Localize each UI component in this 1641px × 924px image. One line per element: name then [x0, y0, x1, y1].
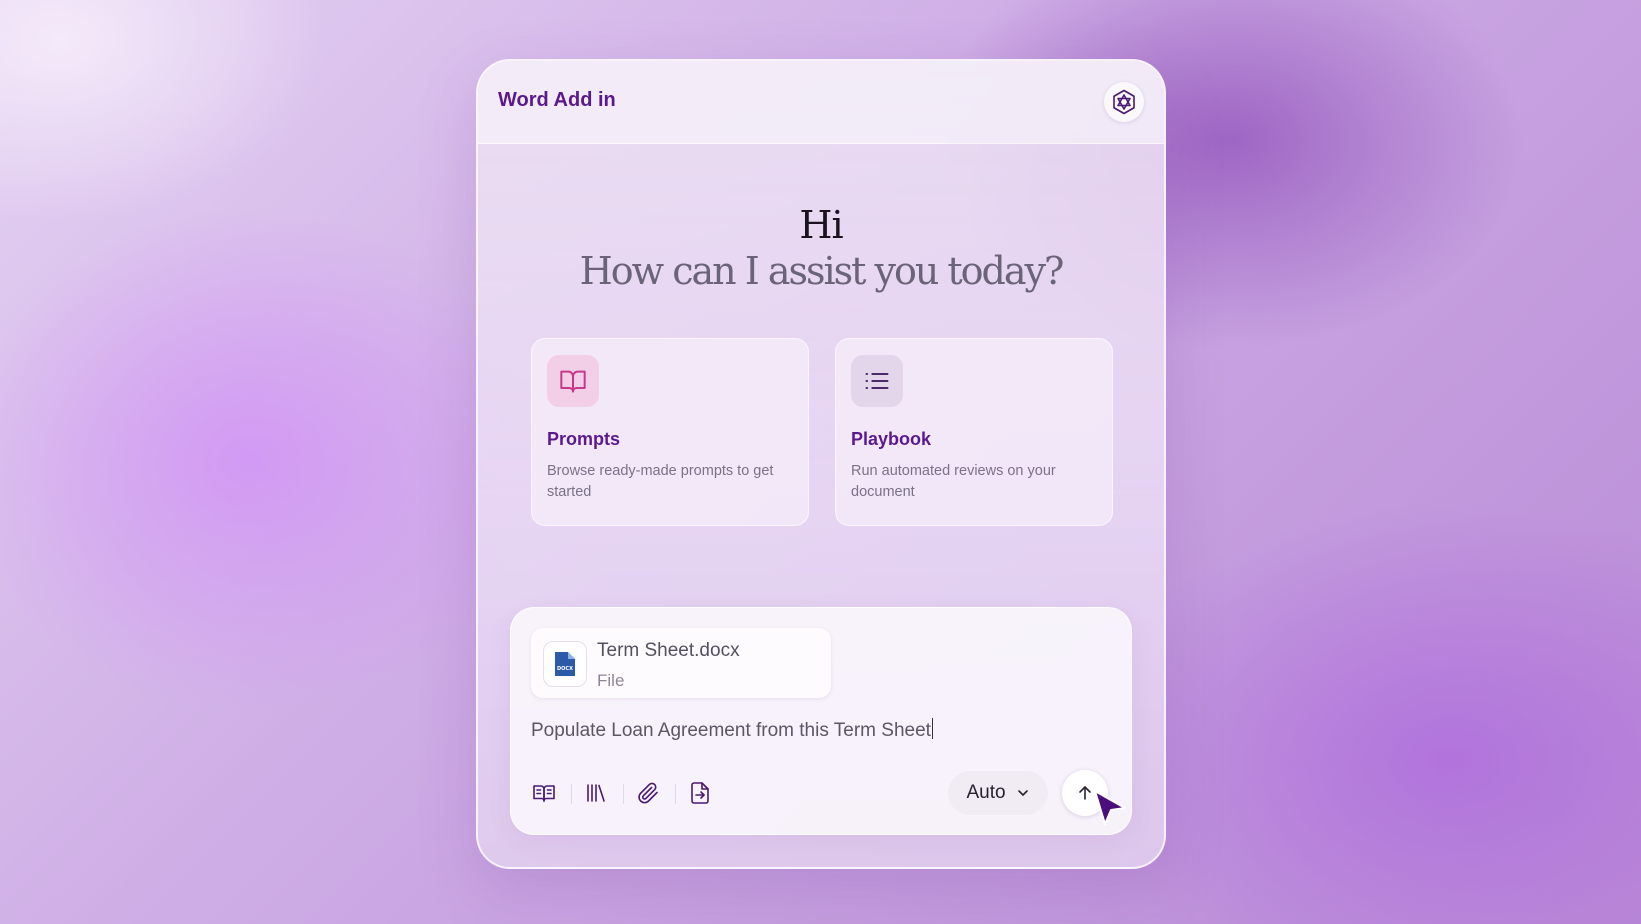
prompts-tool-button[interactable]	[529, 778, 559, 808]
message-input-value: Populate Loan Agreement from this Term S…	[531, 720, 931, 741]
attachment-chip[interactable]: DOCX Term Sheet.docx File	[531, 628, 831, 698]
attach-tool-button[interactable]	[633, 778, 663, 808]
paperclip-icon	[638, 782, 658, 804]
app-title: Word Add in	[498, 89, 616, 111]
docx-file-icon-box: DOCX	[543, 641, 587, 687]
toolbar-divider	[571, 784, 572, 804]
list-icon	[865, 373, 889, 389]
playbook-card-icon-box	[851, 355, 903, 407]
panel-header: Word Add in	[478, 61, 1164, 144]
playbook-card[interactable]: Playbook Run automated reviews on your d…	[835, 338, 1113, 526]
open-book-icon	[560, 370, 586, 393]
playbook-card-description: Run automated reviews on your document	[851, 463, 1056, 500]
message-input[interactable]: Populate Loan Agreement from this Term S…	[531, 718, 934, 742]
word-add-in-panel: Word Add in Hi How can I assist you toda…	[476, 59, 1166, 869]
mode-select[interactable]: Auto	[948, 771, 1048, 815]
docx-file-icon: DOCX	[555, 652, 575, 676]
logo-button[interactable]	[1104, 82, 1144, 122]
attachment-type: File	[597, 671, 625, 690]
toolbar-divider	[623, 784, 624, 804]
attachment-name: Term Sheet.docx	[597, 640, 740, 661]
prompts-book-icon	[533, 785, 555, 802]
composer: DOCX Term Sheet.docx File Populate Loan …	[510, 607, 1132, 835]
playbook-card-title: Playbook	[851, 429, 932, 449]
insert-document-tool-button[interactable]	[685, 778, 715, 808]
prompts-card-title: Prompts	[547, 429, 621, 449]
docx-badge-text: DOCX	[557, 666, 573, 672]
library-icon	[587, 784, 605, 802]
text-caret	[931, 718, 934, 739]
mode-select-value: Auto	[966, 782, 1006, 803]
library-tool-button[interactable]	[581, 778, 611, 808]
hexagon-logo-icon	[1113, 89, 1135, 115]
prompts-card-icon-box	[547, 355, 599, 407]
file-export-icon	[691, 782, 709, 804]
greeting-question: How can I assist you today?	[579, 249, 1065, 293]
greeting-hi: Hi	[799, 203, 843, 247]
chevron-down-icon	[1017, 790, 1028, 796]
mouse-pointer-icon	[1094, 790, 1126, 825]
prompts-card[interactable]: Prompts Browse ready-made prompts to get…	[531, 338, 809, 526]
prompts-card-description: Browse ready-made prompts to get started	[547, 463, 774, 500]
toolbar-divider	[675, 784, 676, 804]
